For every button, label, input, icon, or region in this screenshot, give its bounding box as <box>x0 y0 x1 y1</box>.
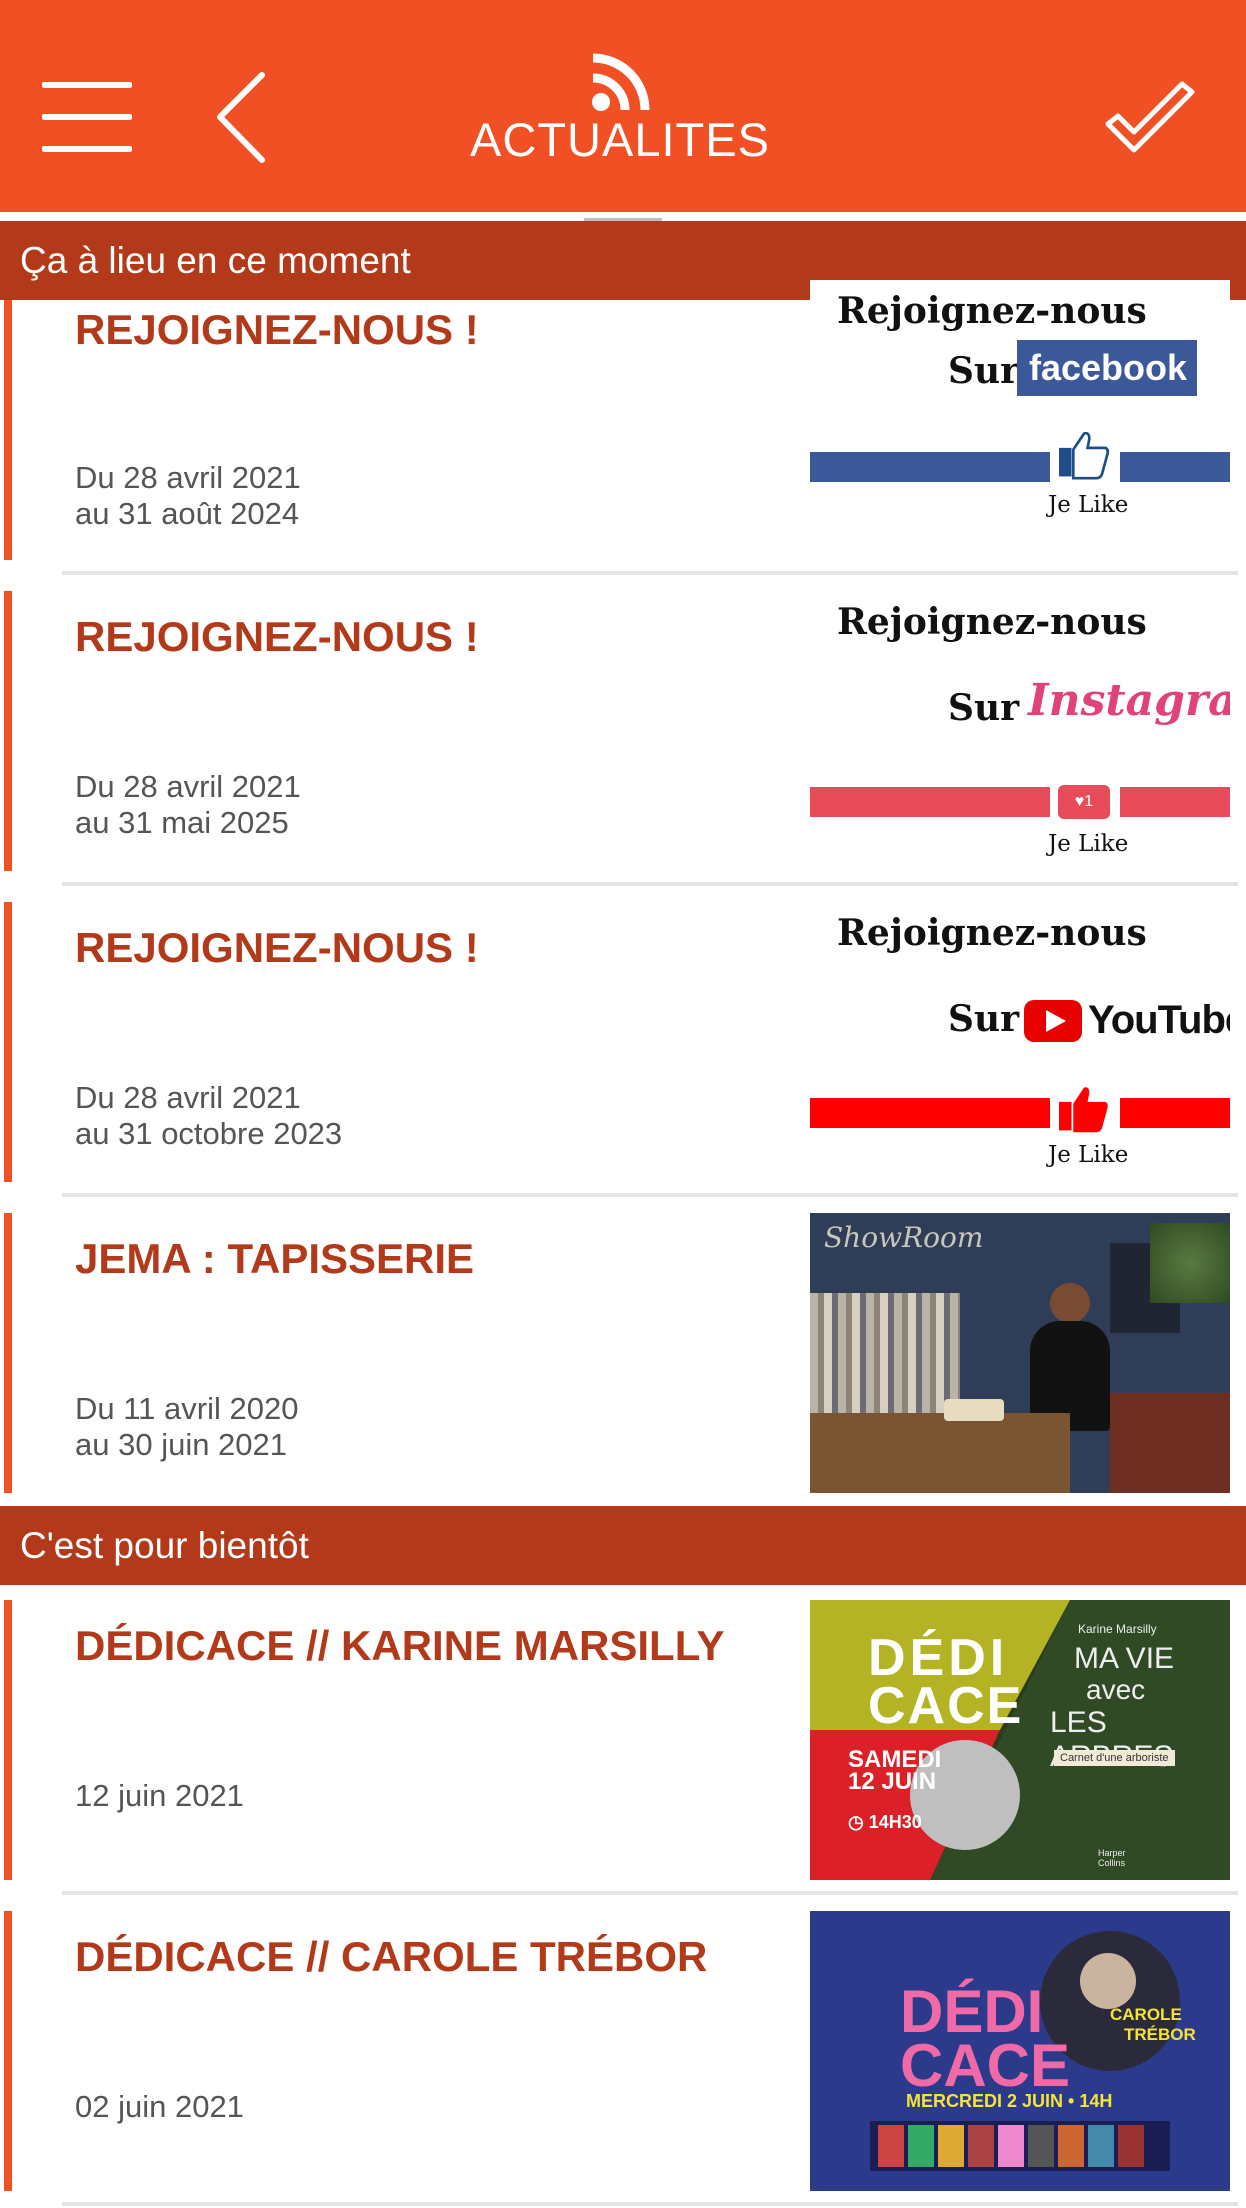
item-title: JEMA : TAPISSERIE <box>75 1235 475 1282</box>
instagram-logo: Instagram <box>1028 675 1230 726</box>
list-item[interactable]: REJOIGNEZ-NOUS ! Du 28 avril 2021 au 31 … <box>0 902 1246 1182</box>
list-item[interactable]: DÉDICACE // CAROLE TRÉBOR 02 juin 2021 D… <box>0 1911 1246 2191</box>
item-title: REJOIGNEZ-NOUS ! <box>75 613 479 660</box>
heart-notification-icon: ♥1 <box>1058 785 1110 819</box>
list-item[interactable]: DÉDICACE // KARINE MARSILLY 12 juin 2021… <box>0 1600 1246 1880</box>
list-divider <box>62 1193 1238 1197</box>
item-dates: Du 11 avril 2020 au 30 juin 2021 <box>75 1391 299 1462</box>
item-thumbnail-poster: DÉDI CACE CAROLE TRÉBOR MERCREDI 2 JUIN … <box>810 1911 1230 2191</box>
item-thumbnail-photo: ShowRoom <box>810 1213 1230 1493</box>
thumbs-up-icon <box>1059 1087 1108 1133</box>
item-accent <box>4 1911 12 2191</box>
checkmark-icon[interactable] <box>1100 80 1200 160</box>
youtube-logo: YouTube <box>1024 998 1230 1043</box>
item-title: REJOIGNEZ-NOUS ! <box>75 306 479 353</box>
list-divider <box>62 2202 1238 2206</box>
item-dates: 02 juin 2021 <box>75 2089 244 2124</box>
item-dates: Du 28 avril 2021 au 31 octobre 2023 <box>75 1080 343 1151</box>
item-accent <box>4 902 12 1182</box>
list-item[interactable]: JEMA : TAPISSERIE Du 11 avril 2020 au 30… <box>0 1213 1246 1493</box>
item-thumbnail: Rejoignez-nous Sur Instagram ♥1 Je Like <box>810 591 1230 871</box>
item-dates: 12 juin 2021 <box>75 1778 244 1813</box>
list-divider <box>62 882 1238 886</box>
thumbs-up-icon <box>1059 431 1110 480</box>
item-title: DÉDICACE // CAROLE TRÉBOR <box>75 1933 708 1980</box>
list-item[interactable]: REJOIGNEZ-NOUS ! Du 28 avril 2021 au 31 … <box>0 591 1246 871</box>
youtube-play-icon <box>1024 999 1082 1042</box>
item-dates: Du 28 avril 2021 au 31 août 2024 <box>75 460 301 531</box>
title-group: ACTUALITES <box>420 52 820 172</box>
item-thumbnail: Rejoignez-nous Sur YouTube Je Like <box>810 902 1230 1182</box>
showroom-sign: ShowRoom <box>824 1221 984 1254</box>
item-title: REJOIGNEZ-NOUS ! <box>75 924 479 971</box>
list-item[interactable]: REJOIGNEZ-NOUS ! Du 28 avril 2021 au 31 … <box>0 280 1246 560</box>
item-accent <box>4 300 12 560</box>
item-dates: Du 28 avril 2021 au 31 mai 2025 <box>75 769 301 840</box>
list-divider <box>62 1891 1238 1895</box>
page-title: ACTUALITES <box>470 113 770 166</box>
item-thumbnail-poster: DÉDI CACE SAMEDI 12 JUIN ◷ 14H30 Karine … <box>810 1600 1230 1880</box>
section-header-upcoming: C'est pour bientôt <box>0 1506 1246 1585</box>
hamburger-menu-icon[interactable] <box>42 82 132 152</box>
facebook-logo: facebook <box>1017 340 1197 396</box>
list-divider <box>62 571 1238 575</box>
rss-feed-icon <box>592 53 650 111</box>
item-thumbnail: Rejoignez-nous Sur facebook Je Like <box>810 280 1230 560</box>
back-chevron-icon[interactable] <box>212 70 272 165</box>
top-app-bar: ACTUALITES <box>0 0 1246 212</box>
item-accent <box>4 1213 12 1493</box>
item-title: DÉDICACE // KARINE MARSILLY <box>75 1622 725 1669</box>
item-accent <box>4 591 12 871</box>
item-accent <box>4 1600 12 1880</box>
